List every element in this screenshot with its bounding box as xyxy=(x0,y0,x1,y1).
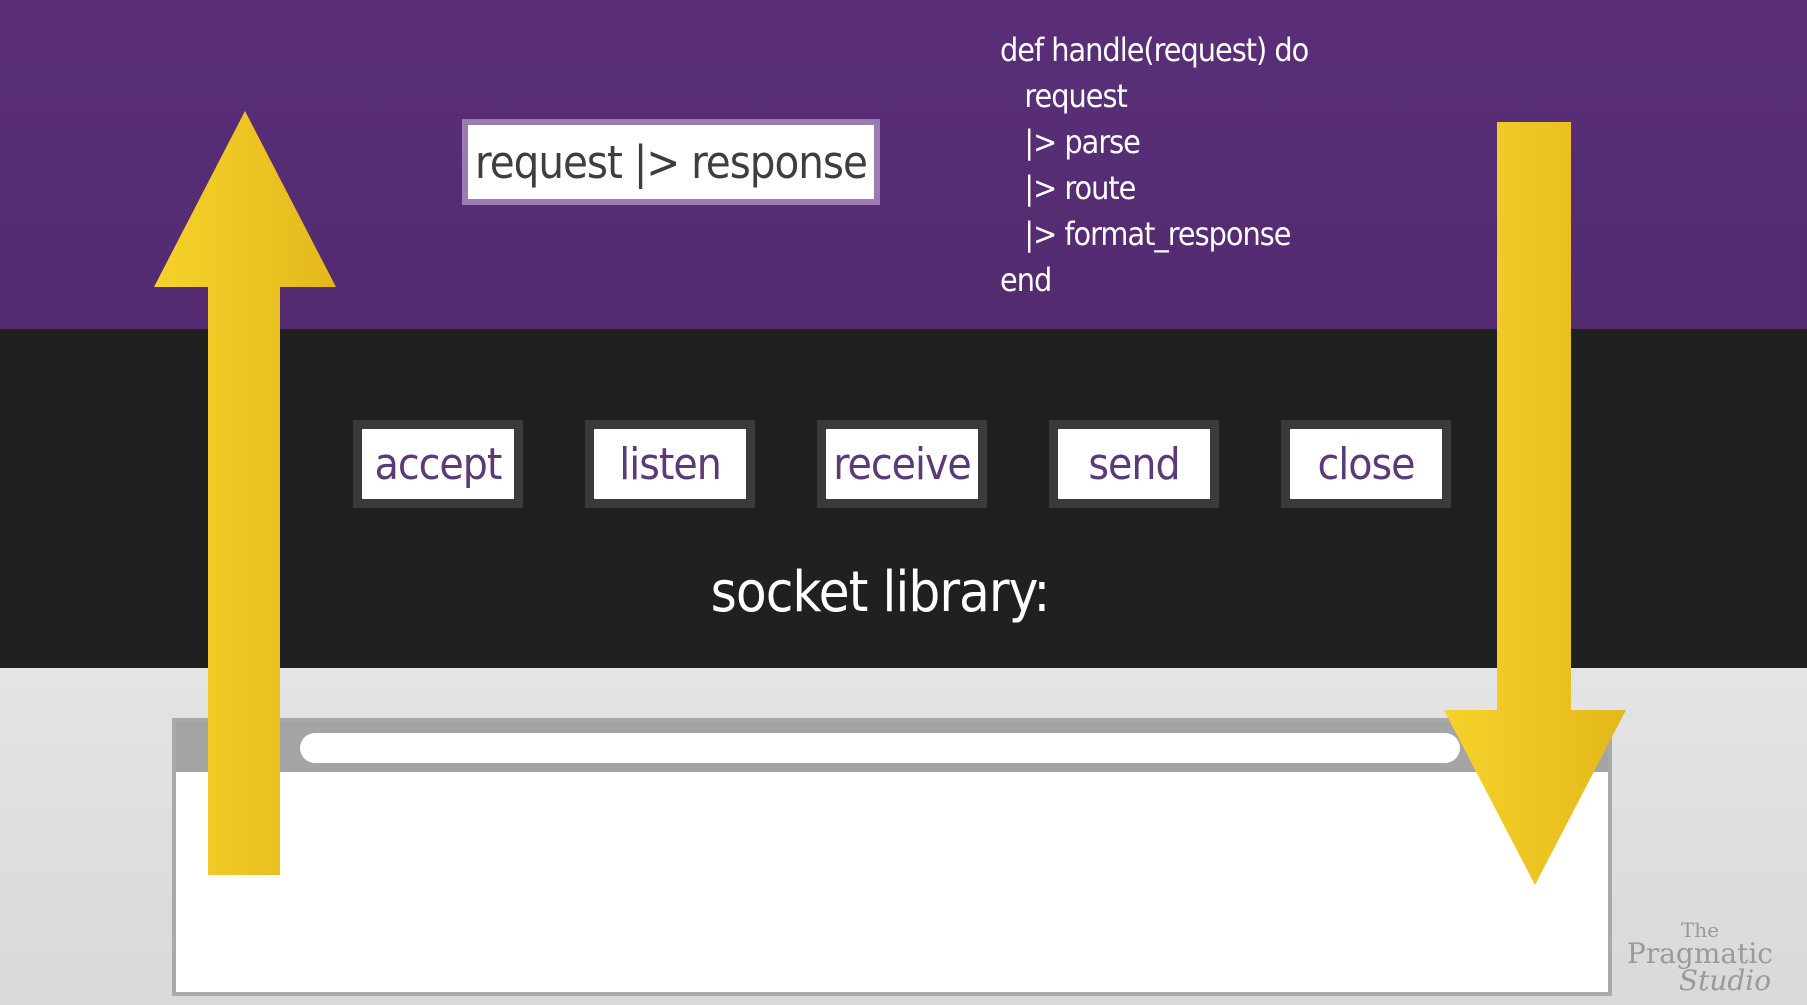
browser-titlebar xyxy=(176,722,1608,772)
pipeline-text: request |> response xyxy=(475,135,868,189)
accept-chip: accept xyxy=(353,420,523,508)
socket-library-label: socket library: xyxy=(710,560,1051,625)
close-chip: close xyxy=(1281,420,1451,508)
code-line: |> route xyxy=(1000,169,1136,207)
up-arrow-icon xyxy=(154,111,336,875)
send-chip: send xyxy=(1049,420,1219,508)
code-line: end xyxy=(1000,261,1052,299)
code-line: |> parse xyxy=(1000,123,1140,161)
socket-function-row: accept listen receive send close xyxy=(353,420,1451,508)
logo-line: Studio xyxy=(1678,964,1772,997)
code-line: def handle(request) do xyxy=(1000,31,1309,69)
code-line: |> format_response xyxy=(1000,215,1291,253)
down-arrow-icon xyxy=(1444,122,1626,885)
code-block: def handle(request) do request |> parse … xyxy=(1000,27,1360,307)
pragmatic-studio-logo: The Pragmatic Studio xyxy=(1610,920,1790,997)
browser-window xyxy=(172,718,1612,996)
browser-address-bar xyxy=(300,733,1460,763)
code-line: request xyxy=(1000,77,1127,115)
listen-chip: listen xyxy=(585,420,755,508)
pipeline-box: request |> response xyxy=(462,119,880,205)
receive-chip: receive xyxy=(817,420,987,508)
